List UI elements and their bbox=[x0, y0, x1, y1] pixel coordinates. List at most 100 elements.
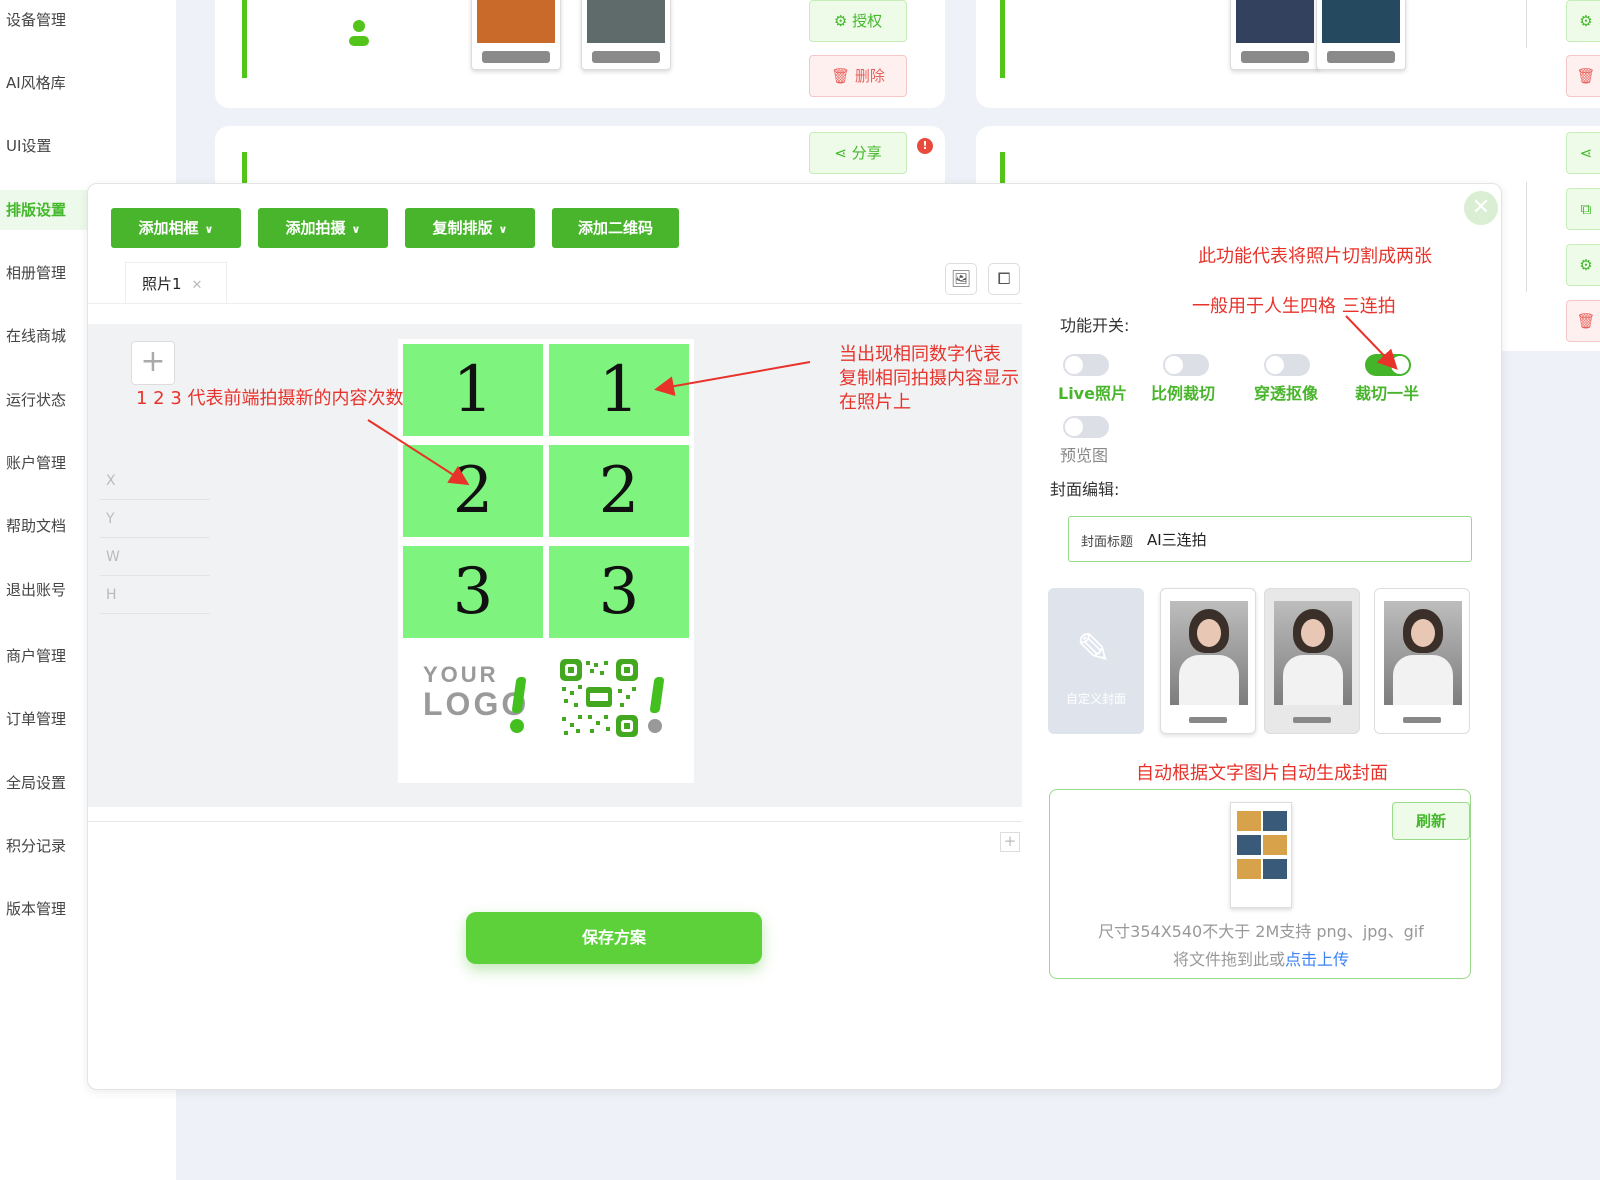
authorize-button[interactable]: ⚙ 授权 bbox=[809, 0, 907, 42]
sidebar-item-ai-style[interactable]: AI风格库 bbox=[0, 63, 176, 103]
chevron-down-icon: ∨ bbox=[498, 223, 508, 236]
cover-title-value: AI三连拍 bbox=[1147, 531, 1207, 549]
copy-button[interactable]: ⧉ bbox=[1566, 188, 1600, 230]
copy-layout-label: 复制排版 bbox=[432, 219, 493, 237]
shot-cell[interactable]: 1 bbox=[549, 344, 689, 436]
cover-template[interactable] bbox=[1160, 588, 1256, 734]
add-shot-button[interactable]: 添加拍摄 ∨ bbox=[258, 208, 388, 248]
alert-icon: ! bbox=[917, 138, 933, 154]
share-icon: ⋖ bbox=[1579, 144, 1593, 162]
close-button[interactable]: ✕ bbox=[1464, 191, 1498, 225]
add-frame-button[interactable]: 添加相框 ∨ bbox=[111, 208, 241, 248]
settings-icon: ⚙ bbox=[1579, 256, 1593, 274]
toggle-matting[interactable] bbox=[1264, 354, 1310, 376]
qrcode-exclaim-dot bbox=[648, 719, 662, 733]
custom-cover-option[interactable]: ✎ 自定义封面 bbox=[1048, 588, 1144, 734]
layout-editor-modal: ✕ 添加相框 ∨ 添加拍摄 ∨ 复制排版 ∨ 添加二维码 照片1 ✕ 🖼 ⧠ + X Y… bbox=[87, 183, 1502, 1090]
tab-label: 照片1 bbox=[142, 275, 182, 293]
click-upload-link[interactable]: 点击上传 bbox=[1285, 950, 1349, 969]
save-plan-button[interactable]: 保存方案 bbox=[466, 912, 762, 964]
add-small-button[interactable]: + bbox=[1000, 832, 1020, 852]
delete-label: 删除 bbox=[854, 67, 885, 85]
upload-hint-prefix: 将文件拖到此或 bbox=[1172, 950, 1285, 969]
cover-preview-thumbnail bbox=[1230, 802, 1292, 908]
authorize-button[interactable]: ⚙ bbox=[1566, 0, 1600, 42]
user-status-icon-body bbox=[349, 36, 369, 46]
screen-icon[interactable]: ⧠ bbox=[988, 263, 1020, 295]
cover-upload-area[interactable]: 刷新 尺寸354X540不大于 2M支持 png、jpg、gif 将文件拖到此或… bbox=[1049, 789, 1471, 979]
frame-thumbnail bbox=[1230, 0, 1320, 70]
annotation-split-note: 此功能代表将照片切割成两张 bbox=[1198, 246, 1432, 267]
frame-thumbnail bbox=[1316, 0, 1406, 70]
settings-icon: ⚙ bbox=[833, 12, 853, 30]
copy-icon: ⧉ bbox=[1580, 200, 1592, 218]
toggle-live-photo[interactable] bbox=[1063, 354, 1109, 376]
logo-exclaim-dot bbox=[510, 719, 524, 733]
share-button[interactable]: ⋖ bbox=[1566, 132, 1600, 174]
toggle-ratio-crop[interactable] bbox=[1163, 354, 1209, 376]
close-icon: ✕ bbox=[1471, 195, 1491, 220]
shot-cell[interactable]: 2 bbox=[549, 445, 689, 537]
authorize-label: 授权 bbox=[852, 12, 883, 30]
share-label: 分享 bbox=[851, 144, 882, 162]
delete-button[interactable]: 🗑 bbox=[1566, 300, 1600, 342]
tab-photo-1[interactable]: 照片1 ✕ bbox=[125, 262, 227, 304]
copy-layout-button[interactable]: 复制排版 ∨ bbox=[405, 208, 535, 248]
qrcode-exclaim-icon bbox=[649, 677, 665, 713]
shot-cell[interactable]: 2 bbox=[403, 445, 543, 537]
annotation-cover-note: 自动根据文字图片自动生成封面 bbox=[1136, 763, 1388, 784]
toggle-preview[interactable] bbox=[1063, 416, 1109, 438]
add-frame-label: 添加相框 bbox=[138, 219, 199, 237]
shot-cell[interactable]: 3 bbox=[403, 546, 543, 638]
coord-x[interactable]: X bbox=[100, 462, 210, 500]
trash-icon: 🗑 bbox=[1576, 312, 1596, 330]
card-accent-bar bbox=[1000, 0, 1005, 78]
settings-icon: ⚙ bbox=[1579, 12, 1593, 30]
annotation-copy-note-1: 当出现相同数字代表 bbox=[839, 344, 1001, 365]
authorize-button[interactable]: ⚙ bbox=[1566, 244, 1600, 286]
image-icon[interactable]: 🖼 bbox=[945, 263, 977, 295]
frame-thumbnail bbox=[581, 0, 671, 70]
cover-title-field[interactable]: 封面标题 AI三连拍 bbox=[1068, 516, 1472, 562]
card-accent-bar bbox=[242, 0, 247, 78]
cover-edit-label: 封面编辑: bbox=[1050, 480, 1120, 499]
chevron-down-icon: ∨ bbox=[204, 223, 214, 236]
upload-hint-line-2: 将文件拖到此或点击上传 bbox=[1050, 946, 1472, 970]
toggle-crop-half[interactable] bbox=[1365, 354, 1411, 376]
annotation-count-note: 1 2 3 代表前端拍摄新的内容次数 bbox=[136, 388, 404, 409]
user-status-icon bbox=[353, 20, 365, 32]
sidebar-item-device[interactable]: 设备管理 bbox=[0, 0, 176, 40]
coord-w[interactable]: W bbox=[100, 538, 210, 576]
delete-button[interactable]: 🗑 bbox=[1566, 55, 1600, 97]
add-shot-label: 添加拍摄 bbox=[285, 219, 346, 237]
add-qrcode-button[interactable]: 添加二维码 bbox=[552, 208, 679, 248]
edit-tools-icon: ✎ bbox=[1076, 624, 1112, 673]
trash-icon: 🗑 bbox=[831, 67, 855, 85]
background-card: ⚙ 🗑 bbox=[976, 0, 1600, 108]
cover-title-label: 封面标题 bbox=[1081, 535, 1134, 550]
annotation-copy-note-2: 复制相同拍摄内容显示 bbox=[839, 368, 1019, 389]
trash-icon: 🗑 bbox=[1576, 67, 1596, 85]
add-qrcode-label: 添加二维码 bbox=[577, 219, 653, 237]
sidebar-item-ui[interactable]: UI设置 bbox=[0, 126, 176, 166]
cover-template[interactable] bbox=[1264, 588, 1360, 734]
logo-line-1: YOUR bbox=[423, 662, 499, 687]
coord-y[interactable]: Y bbox=[100, 500, 210, 538]
shot-cell[interactable]: 3 bbox=[549, 546, 689, 638]
frame-thumbnail bbox=[471, 0, 561, 70]
coord-h[interactable]: H bbox=[100, 576, 210, 614]
add-element-button[interactable]: + bbox=[131, 341, 175, 385]
qrcode-icon[interactable] bbox=[560, 659, 638, 737]
shot-cell[interactable]: 1 bbox=[403, 344, 543, 436]
chevron-down-icon: ∨ bbox=[351, 223, 361, 236]
tab-close-icon[interactable]: ✕ bbox=[192, 278, 203, 293]
toggle-live-photo-label: Live照片 bbox=[1058, 384, 1127, 403]
share-icon: ⋖ bbox=[834, 144, 852, 162]
tab-divider bbox=[88, 303, 1022, 304]
cover-template[interactable] bbox=[1374, 588, 1470, 734]
feature-switch-label: 功能开关: bbox=[1060, 316, 1130, 335]
refresh-button[interactable]: 刷新 bbox=[1392, 802, 1470, 840]
delete-button[interactable]: 🗑 删除 bbox=[809, 55, 907, 97]
annotation-copy-note-3: 在照片上 bbox=[839, 392, 911, 413]
share-button[interactable]: ⋖ 分享 bbox=[809, 132, 907, 174]
